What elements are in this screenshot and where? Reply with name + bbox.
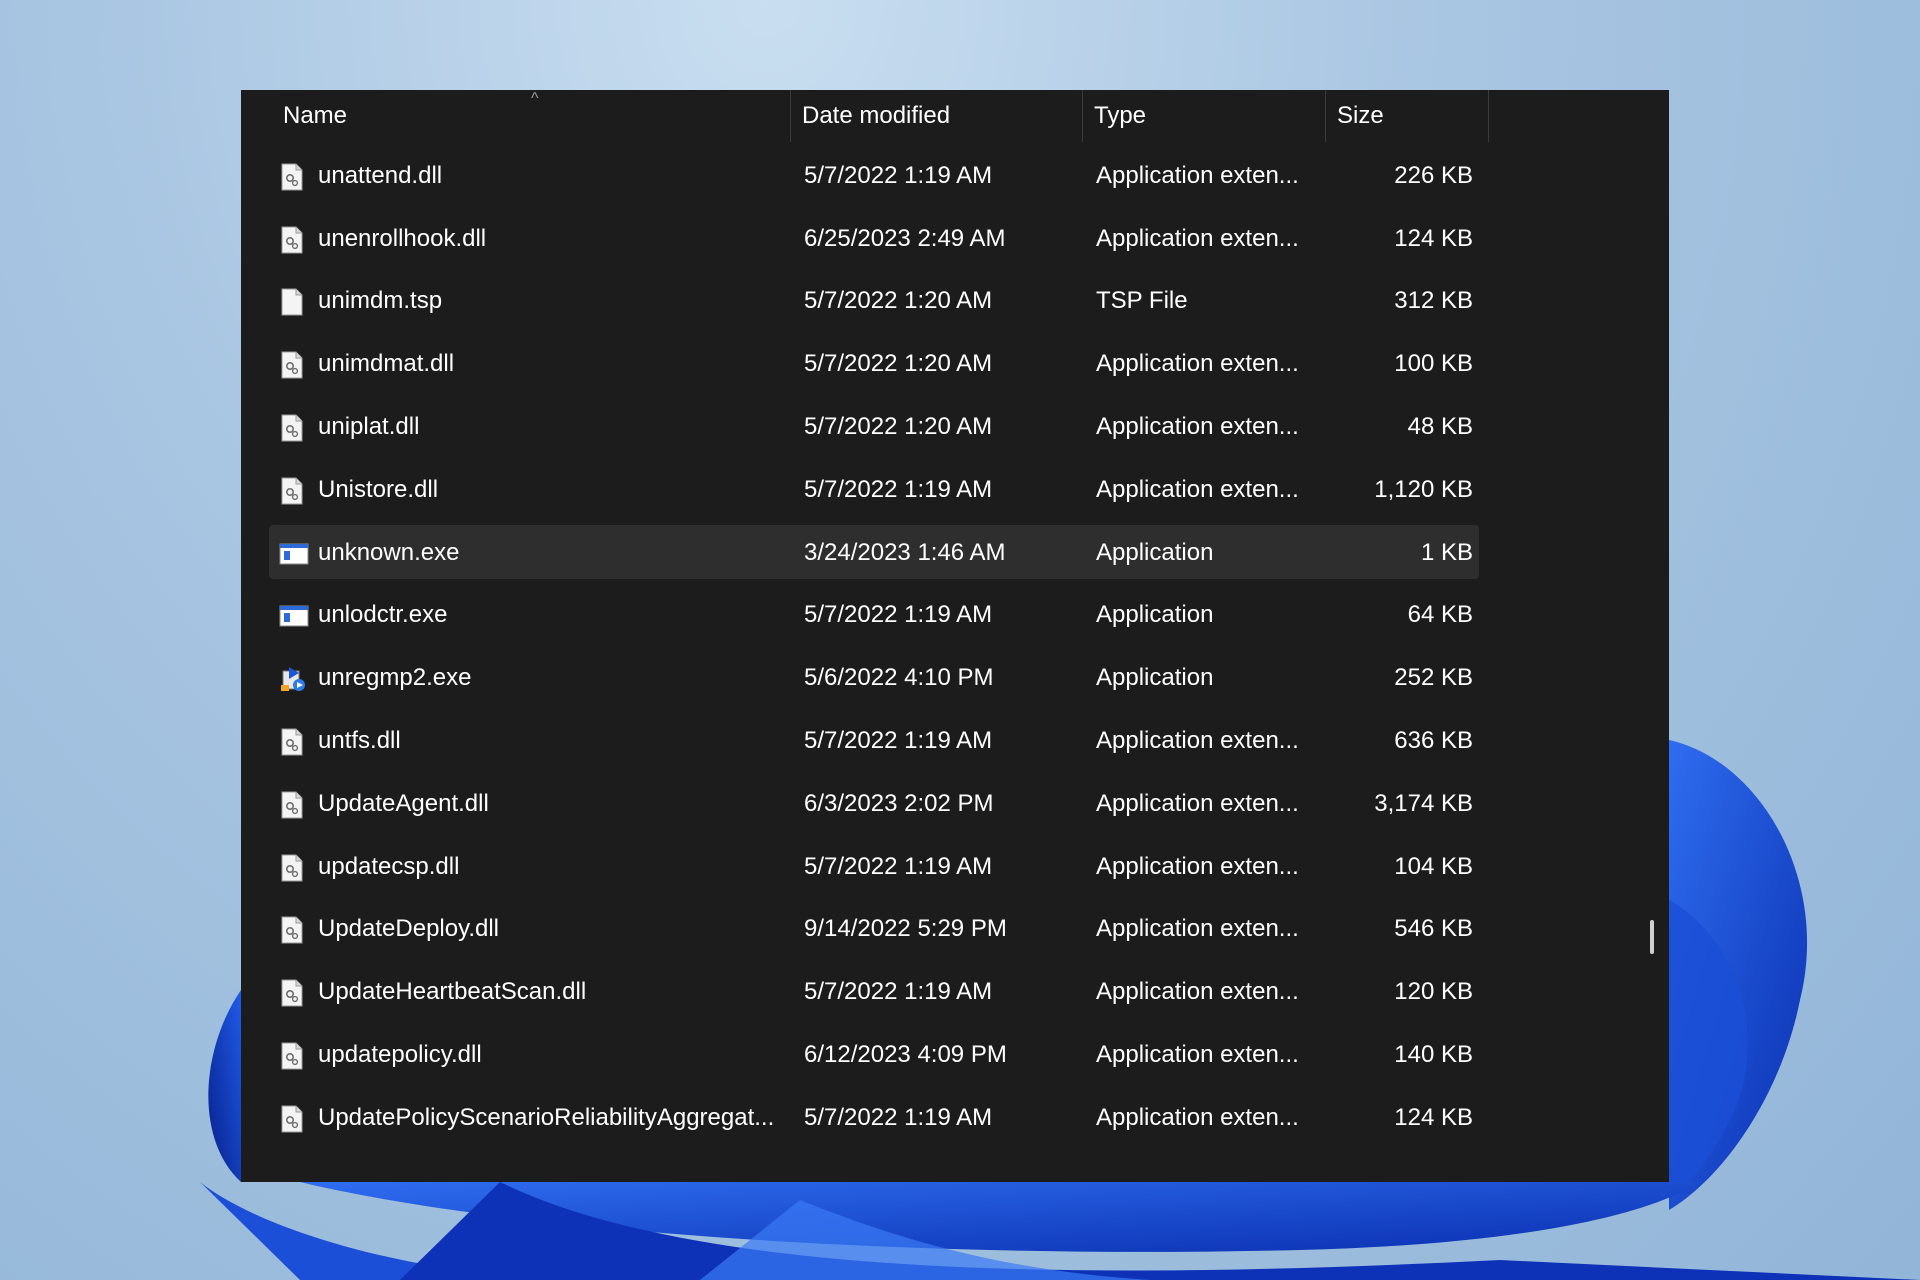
file-row[interactable]: UpdateAgent.dll 6/3/2023 2:02 PM Applicati… bbox=[241, 773, 1669, 836]
file-date-modified: 5/7/2022 1:20 AM bbox=[804, 287, 993, 315]
file-date-modified: 3/24/2023 1:46 AM bbox=[804, 538, 1006, 566]
dll-file-icon bbox=[279, 916, 305, 944]
file-date-modified: 5/7/2022 1:20 AM bbox=[804, 412, 993, 440]
file-size: 1,120 KB bbox=[1374, 475, 1473, 503]
exe-window-icon bbox=[279, 602, 309, 630]
media-player-icon bbox=[279, 665, 305, 693]
file-size: 312 KB bbox=[1394, 287, 1473, 315]
column-header-date[interactable]: Date modified bbox=[790, 90, 1082, 142]
dll-file-icon bbox=[279, 477, 305, 505]
dll-file-icon bbox=[279, 1042, 305, 1070]
column-header-size[interactable]: Size bbox=[1325, 90, 1488, 142]
file-date-modified: 5/7/2022 1:19 AM bbox=[804, 978, 993, 1006]
dll-file-icon bbox=[279, 163, 305, 191]
dll-file-icon bbox=[279, 1105, 305, 1133]
file-date-modified: 5/7/2022 1:19 AM bbox=[804, 1103, 993, 1131]
file-row[interactable]: unimdm.tsp 5/7/2022 1:20 AM TSP File 312 KB bbox=[241, 270, 1669, 333]
file-date-modified: 5/7/2022 1:19 AM bbox=[804, 726, 993, 754]
file-size: 124 KB bbox=[1394, 1103, 1473, 1131]
file-row[interactable]: updatepolicy.dll 6/12/2023 4:09 PM Applica… bbox=[241, 1024, 1669, 1087]
vertical-scrollbar-thumb[interactable] bbox=[1650, 920, 1654, 954]
file-date-modified: 5/6/2022 4:10 PM bbox=[804, 664, 994, 692]
file-date-modified: 6/25/2023 2:49 AM bbox=[804, 224, 1006, 252]
dll-file-icon bbox=[279, 414, 305, 442]
dll-file-icon bbox=[279, 791, 305, 819]
file-size: 104 KB bbox=[1394, 852, 1473, 880]
file-row[interactable]: untfs.dll 5/7/2022 1:19 AM Application ext… bbox=[241, 710, 1669, 773]
file-row[interactable]: UpdatePolicyScenarioReliabilityAggregat.… bbox=[241, 1087, 1669, 1150]
file-row[interactable]: unenrollhook.dll 6/25/2023 2:49 AM Applica… bbox=[241, 208, 1669, 271]
file-date-modified: 5/7/2022 1:20 AM bbox=[804, 350, 993, 378]
file-size: 252 KB bbox=[1394, 664, 1473, 692]
file-row[interactable]: unregmp2.exe 5/6/2022 4:10 PM Application 2… bbox=[241, 647, 1669, 710]
dll-file-icon bbox=[279, 351, 305, 379]
column-header-type[interactable]: Type bbox=[1082, 90, 1325, 142]
dll-file-icon bbox=[279, 979, 305, 1007]
file-row[interactable]: unknown.exe 3/24/2023 1:46 AM Application 1… bbox=[241, 522, 1669, 585]
file-date-modified: 6/12/2023 4:09 PM bbox=[804, 1040, 1007, 1068]
file-size: 140 KB bbox=[1394, 1040, 1473, 1068]
column-divider[interactable] bbox=[1488, 90, 1489, 142]
file-row[interactable]: Unistore.dll 5/7/2022 1:19 AM Application … bbox=[241, 459, 1669, 522]
file-row[interactable]: uniplat.dll 5/7/2022 1:20 AM Application e… bbox=[241, 396, 1669, 459]
file-row[interactable]: unimdmat.dll 5/7/2022 1:20 AM Application … bbox=[241, 333, 1669, 396]
file-list: umrdp.dll5/7/2022 1:20 AMApplication ext… bbox=[241, 142, 1669, 1182]
file-date-modified: 5/7/2022 1:19 AM bbox=[804, 475, 993, 503]
file-size: 226 KB bbox=[1394, 161, 1473, 189]
file-date-modified: 5/7/2022 1:19 AM bbox=[804, 161, 993, 189]
file-size: 636 KB bbox=[1394, 726, 1473, 754]
file-size: 120 KB bbox=[1394, 978, 1473, 1006]
file-row[interactable]: updatecsp.dll 5/7/2022 1:19 AM Application… bbox=[241, 836, 1669, 899]
file-date-modified: 5/7/2022 1:19 AM bbox=[804, 852, 993, 880]
file-size: 48 KB bbox=[1407, 412, 1473, 440]
blank-file-icon bbox=[279, 288, 305, 316]
exe-window-icon bbox=[279, 540, 309, 568]
file-size: 1 KB bbox=[1420, 538, 1473, 566]
file-row[interactable]: unattend.dll 5/7/2022 1:19 AM Application … bbox=[241, 145, 1669, 208]
file-size: 3,174 KB bbox=[1374, 789, 1473, 817]
file-size: 546 KB bbox=[1394, 915, 1473, 943]
file-date-modified: 5/7/2022 1:19 AM bbox=[804, 601, 993, 629]
file-date-modified: 9/14/2022 5:29 PM bbox=[804, 915, 1007, 943]
file-row[interactable]: UpdateHeartbeatScan.dll 5/7/2022 1:19 AM A… bbox=[241, 961, 1669, 1024]
file-size: 124 KB bbox=[1394, 224, 1473, 252]
dll-file-icon bbox=[279, 728, 305, 756]
file-size: 64 KB bbox=[1407, 601, 1473, 629]
file-explorer-window: ^ Name Date modified Type Size umrdp.dll… bbox=[241, 90, 1669, 1182]
file-row[interactable]: UpdateDeploy.dll 9/14/2022 5:29 PM Applica… bbox=[241, 898, 1669, 961]
file-size: 100 KB bbox=[1394, 350, 1473, 378]
dll-file-icon bbox=[279, 226, 305, 254]
column-header-bar: ^ Name Date modified Type Size bbox=[241, 90, 1669, 142]
file-date-modified: 6/3/2023 2:02 PM bbox=[804, 789, 994, 817]
file-row[interactable]: unlodctr.exe 5/7/2022 1:19 AM Application 6… bbox=[241, 584, 1669, 647]
dll-file-icon bbox=[279, 854, 305, 882]
